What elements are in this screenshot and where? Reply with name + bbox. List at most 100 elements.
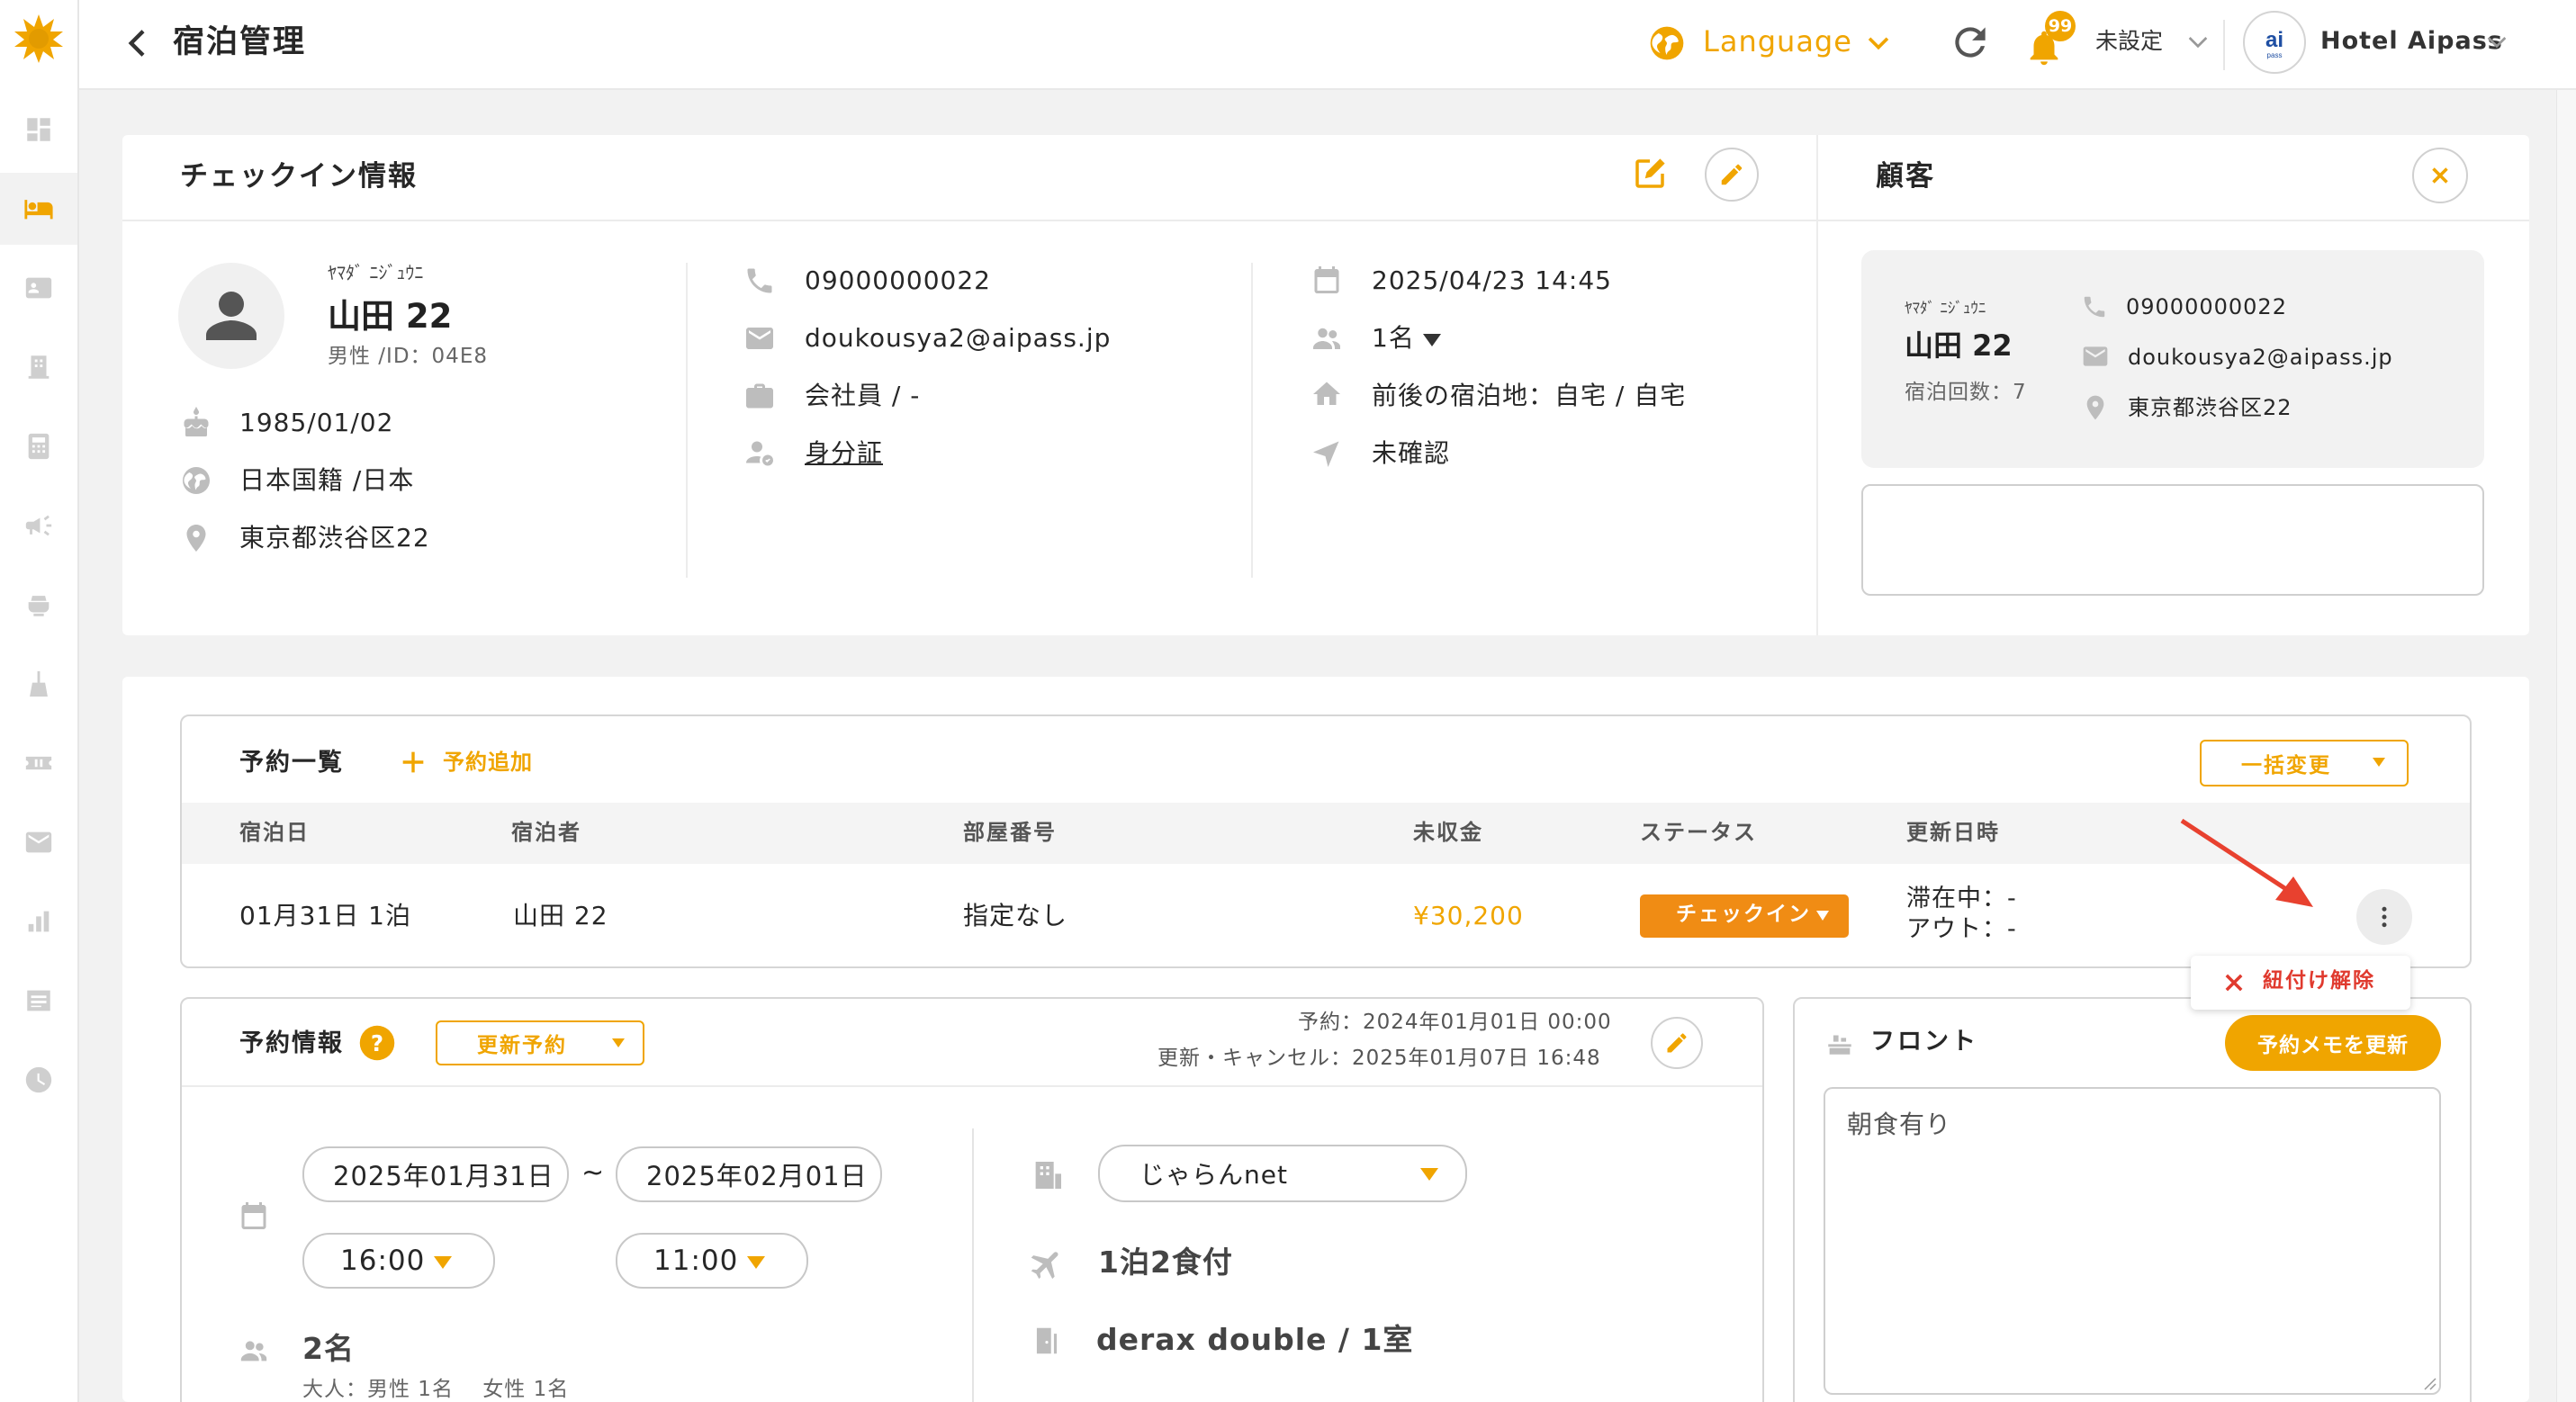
caret-down-icon: [434, 1256, 452, 1269]
sidebar-item-facility[interactable]: [0, 331, 77, 403]
guest-kana: ﾔﾏﾀﾞ ﾆｼﾞｭｳﾆ: [328, 262, 424, 283]
globe-icon[interactable]: [1647, 23, 1687, 63]
reservation-info-title: 予約情報: [239, 1029, 344, 1057]
id-card-link[interactable]: 身分証: [805, 437, 883, 470]
calculator-icon: [28, 433, 50, 460]
checkin-info-title: チェックイン情報: [180, 160, 418, 193]
page-title: 宿泊管理: [173, 24, 307, 60]
cake-icon: [180, 407, 212, 439]
caret-down-icon: [1816, 911, 1829, 921]
channel-building-icon: [1030, 1157, 1066, 1193]
id-card-person-icon: [743, 437, 776, 470]
checkout-date-field[interactable]: 2025年02月01日: [616, 1146, 882, 1202]
edit-note-icon[interactable]: [1631, 155, 1669, 193]
sidebar-item-sales[interactable]: [0, 410, 77, 482]
list-icon: [27, 990, 50, 1011]
svg-text:ai: ai: [2265, 28, 2283, 52]
mail-icon: [743, 322, 776, 355]
column-header: 更新日時: [1906, 820, 2000, 845]
checkin-time-select[interactable]: 16:00: [302, 1233, 495, 1289]
customer-memo-field[interactable]: [1861, 484, 2484, 596]
sidebar-item-reports[interactable]: [0, 965, 77, 1037]
globe-icon: [180, 464, 212, 497]
pencil-icon: [1667, 1033, 1687, 1053]
annotation-arrow-icon: [2176, 815, 2320, 914]
close-customer-button[interactable]: [2412, 148, 2468, 203]
guest-gender-id: 男性 /ID：04E8: [328, 345, 488, 368]
sun-logo-icon[interactable]: [13, 13, 65, 65]
checkin-date-field[interactable]: 2025年01月31日: [302, 1146, 569, 1202]
sidebar-item-tickets[interactable]: [0, 727, 77, 799]
customer-title: 顧客: [1876, 160, 1935, 193]
chevron-down-icon[interactable]: [2482, 27, 2511, 56]
plus-icon[interactable]: [398, 747, 428, 777]
mail-icon: [2081, 342, 2110, 371]
edit-reservation-button[interactable]: [1651, 1017, 1703, 1069]
sidebar-item-housekeeping[interactable]: [0, 648, 77, 720]
ticket-icon: [25, 756, 52, 770]
people-icon: [1311, 322, 1343, 355]
channel-select[interactable]: じゃらんnet: [1098, 1145, 1467, 1202]
help-icon[interactable]: ?: [358, 1024, 396, 1062]
dashboard-icon: [27, 118, 50, 141]
row-more-options-button[interactable]: [2356, 889, 2412, 945]
phone-icon: [2081, 293, 2108, 320]
sidebar-item-accommodation[interactable]: [0, 173, 77, 245]
customer-stay-count: 宿泊回数：7: [1905, 381, 2027, 404]
chevron-down-icon[interactable]: [2184, 27, 2212, 56]
panel-header-divider: [182, 1085, 1762, 1087]
close-icon[interactable]: [2221, 970, 2247, 995]
bar-chart-icon: [28, 911, 50, 932]
customer-email: doukousya2@aipass.jp: [2128, 345, 2393, 370]
page-scrollbar[interactable]: [2556, 90, 2576, 1402]
checkout-time-select[interactable]: 11:00: [616, 1233, 808, 1289]
front-memo-textarea[interactable]: 朝食有り: [1824, 1087, 2441, 1395]
status-checkin-dropdown[interactable]: チェックイン: [1640, 894, 1849, 938]
sidebar-item-mail[interactable]: [0, 806, 77, 878]
language-selector[interactable]: Language: [1703, 20, 1852, 63]
bed-icon: [24, 200, 53, 220]
topbar: 宿泊管理 Language 99 未設定 ai pass Hotel Aipas…: [79, 0, 2576, 90]
hotel-name[interactable]: Hotel Aipass: [2320, 23, 2503, 59]
refresh-icon[interactable]: [1948, 20, 1993, 65]
unlink-menu-item[interactable]: 紐付け解除: [2263, 968, 2375, 995]
back-arrow-icon[interactable]: [121, 25, 157, 61]
sidebar-item-history[interactable]: [0, 1044, 77, 1116]
hotel-avatar[interactable]: ai pass: [2243, 11, 2306, 74]
phone-icon: [743, 265, 776, 297]
update-reservation-dropdown[interactable]: 更新予約: [436, 1020, 644, 1065]
sidebar-item-customers[interactable]: [0, 252, 77, 324]
bulk-change-dropdown[interactable]: 一括変更: [2200, 740, 2409, 786]
update-memo-button[interactable]: 予約メモを更新: [2225, 1015, 2441, 1071]
calendar-icon: [238, 1199, 270, 1233]
update-memo-label: 予約メモを更新: [2257, 1034, 2409, 1057]
resize-handle-icon[interactable]: [2421, 1375, 2437, 1391]
status-label: チェックイン: [1676, 903, 1811, 926]
edit-checkin-button[interactable]: [1705, 148, 1759, 202]
cleaning-icon: [28, 596, 50, 616]
sidebar-item-promotion[interactable]: [0, 490, 77, 562]
column-header: 宿泊者: [511, 820, 581, 845]
caret-down-icon[interactable]: [1422, 333, 1442, 347]
guest-birthday: 1985/01/02: [239, 408, 394, 437]
chevron-down-icon[interactable]: [1863, 27, 1894, 58]
updated-at: 更新・キャンセル：2025年01月07日 16:48: [1157, 1047, 1601, 1070]
channel-value: じゃらんnet: [1139, 1160, 1288, 1190]
reservation-list-title: 予約一覧: [239, 749, 344, 777]
checkin-guest-count[interactable]: 1名: [1372, 322, 1415, 355]
customer-phone: 09000000022: [2126, 294, 2287, 319]
bulk-change-label: 一括変更: [2241, 754, 2331, 777]
caret-down-icon: [1420, 1168, 1438, 1181]
add-reservation-button[interactable]: 予約追加: [443, 749, 533, 777]
sidebar-item-analytics[interactable]: [0, 885, 77, 957]
setting-status-selector[interactable]: 未設定: [2095, 23, 2163, 59]
home-icon: [1311, 378, 1343, 410]
contacts-icon: [25, 277, 52, 299]
notification-count-badge: 99: [2045, 11, 2076, 41]
calendar-icon: [1311, 263, 1343, 297]
guest-occupation: 会社員 / -: [805, 381, 921, 410]
sidebar-item-cleaning[interactable]: [0, 569, 77, 641]
checkin-time-value: 16:00: [340, 1245, 426, 1277]
sidebar-item-dashboard[interactable]: [0, 94, 77, 166]
column-divider: [1251, 263, 1253, 578]
